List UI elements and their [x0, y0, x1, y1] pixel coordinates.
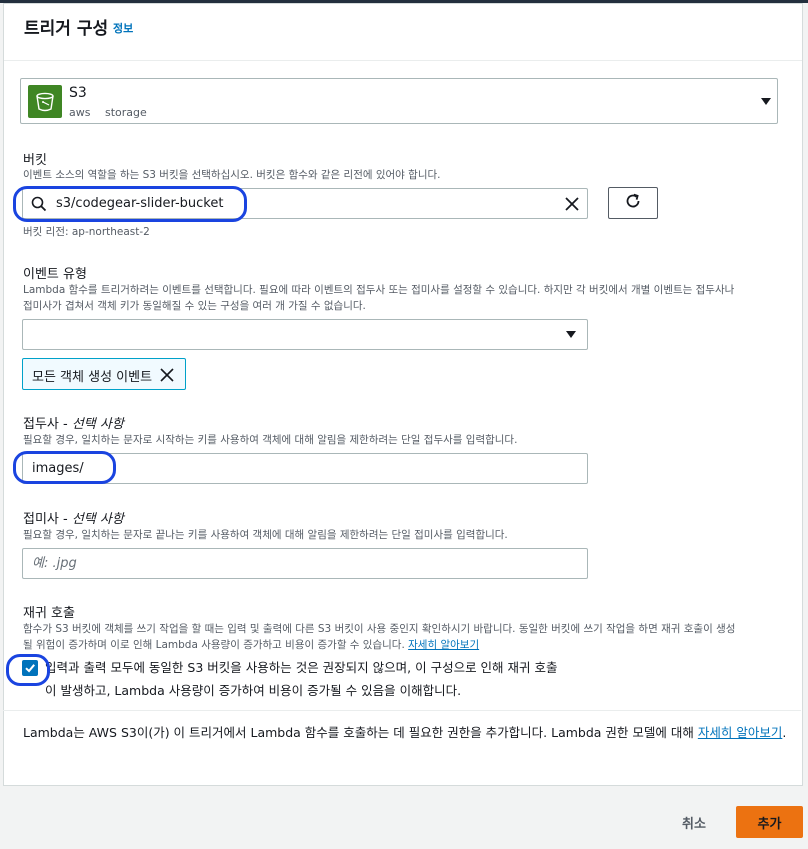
permission-note: Lambda는 AWS S3이(가) 이 트리거에서 Lambda 함수를 호출… — [23, 725, 787, 740]
prefix-label: 접두사 - 선택 사항 — [23, 417, 124, 432]
event-type-label: 이벤트 유형 — [23, 267, 87, 282]
refresh-icon — [624, 192, 642, 214]
source-tag: storage — [105, 106, 147, 119]
event-token-label: 모든 객체 생성 이벤트 — [32, 370, 153, 385]
refresh-button[interactable] — [608, 187, 658, 219]
panel-header: 트리거 구성 정보 — [4, 4, 802, 61]
event-type-description: Lambda 함수를 트리거하려는 이벤트를 선택합니다. 필요에 따라 이벤트… — [23, 284, 735, 296]
event-type-description: 접미사가 겹쳐서 객체 키가 동일해질 수 있는 구성을 여러 개 가질 수 없… — [23, 300, 366, 312]
event-token: 모든 객체 생성 이벤트 — [22, 358, 186, 390]
prefix-input[interactable] — [22, 453, 588, 484]
acknowledge-text: 이 발생하고, Lambda 사용량이 증가하여 비용이 증가될 수 있음을 이… — [45, 683, 462, 698]
recursive-description: 함수가 S3 버킷에 객체를 쓰기 작업을 할 때는 입력 및 출력에 다른 S… — [23, 623, 736, 635]
learn-more-link[interactable]: 자세히 알아보기 — [408, 639, 479, 651]
acknowledge-checkbox[interactable] — [22, 660, 38, 676]
bucket-region-note: 버킷 리전: ap-northeast-2 — [23, 226, 150, 238]
source-name: S3 — [69, 85, 87, 101]
recursive-label: 재귀 호출 — [23, 606, 75, 621]
check-icon — [25, 664, 35, 673]
event-type-select[interactable] — [22, 319, 588, 350]
clear-icon[interactable] — [565, 196, 579, 215]
trigger-source-select[interactable]: S3 aws storage — [20, 78, 778, 124]
recursive-description: 될 위험이 증가하며 이로 인해 Lambda 사용량이 증가하고 비용이 증가… — [23, 639, 480, 651]
bucket-label: 버킷 — [23, 153, 47, 168]
search-icon — [31, 196, 47, 216]
optional-label: 선택 사항 — [71, 512, 124, 527]
prefix-description: 필요할 경우, 일치하는 문자로 시작하는 키를 사용하여 객체에 대해 알림을… — [23, 434, 518, 446]
add-button[interactable]: 추가 — [736, 806, 803, 838]
acknowledge-text: 입력과 출력 모두에 동일한 S3 버킷을 사용하는 것은 권장되지 않으며, … — [45, 660, 558, 675]
remove-token-icon[interactable] — [160, 367, 174, 386]
page-title: 트리거 구성 — [24, 19, 109, 39]
chevron-down-icon — [761, 98, 771, 105]
bucket-search-input[interactable] — [22, 188, 588, 219]
info-link[interactable]: 정보 — [113, 20, 133, 36]
suffix-input[interactable] — [22, 548, 588, 579]
optional-label: 선택 사항 — [71, 417, 124, 432]
permission-learn-more-link[interactable]: 자세히 알아보기 — [698, 725, 782, 740]
s3-bucket-icon — [28, 85, 62, 118]
cancel-button[interactable]: 취소 — [668, 807, 720, 837]
suffix-label: 접미사 - 선택 사항 — [23, 512, 124, 527]
bucket-description: 이벤트 소스의 역할을 하는 S3 버킷을 선택하십시오. 버킷은 함수와 같은… — [23, 169, 441, 181]
chevron-down-icon — [566, 331, 576, 338]
source-tag: aws — [69, 106, 91, 119]
divider — [3, 710, 801, 711]
suffix-description: 필요할 경우, 일치하는 문자로 끝나는 키를 사용하여 객체에 대해 알림을 … — [23, 529, 508, 541]
